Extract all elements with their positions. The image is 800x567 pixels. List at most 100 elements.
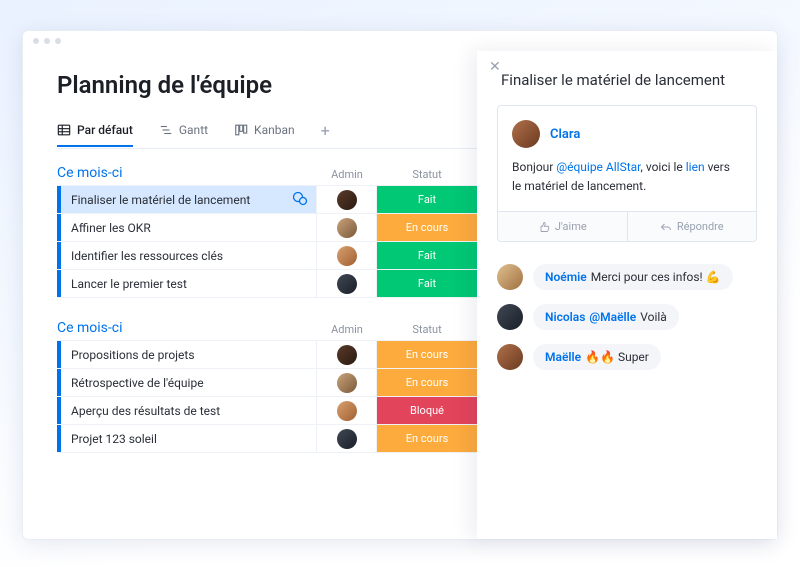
avatar xyxy=(337,246,357,266)
table-row[interactable]: Identifier les ressources clés Fait xyxy=(57,242,477,270)
admin-cell[interactable] xyxy=(317,186,377,213)
page-title: Planning de l'équipe xyxy=(57,71,477,99)
group-title[interactable]: Ce mois-ci xyxy=(57,165,317,181)
reply-author[interactable]: Nicolas xyxy=(545,310,585,324)
groups-container: Ce mois-ciAdminStatutFinaliser le matéri… xyxy=(57,165,477,453)
status-cell[interactable]: Fait xyxy=(377,242,477,269)
view-tabs: Par défaut Gantt Kanban + xyxy=(57,121,477,149)
table-row[interactable]: Finaliser le matériel de lancement Fait xyxy=(57,186,477,214)
reply-item: Noémie Merci pour ces infos! 💪 xyxy=(497,264,757,290)
window-dot xyxy=(33,38,39,44)
avatar xyxy=(497,264,523,290)
kanban-icon xyxy=(234,123,248,137)
update-author[interactable]: Clara xyxy=(550,127,580,142)
task-cell[interactable]: Rétrospective de l'équipe xyxy=(61,369,317,396)
reply-bubble[interactable]: Maëlle 🔥🔥 Super xyxy=(533,344,661,370)
reply-label: Répondre xyxy=(677,220,724,233)
update-text: Bonjour @équipe AllStar, voici le lien v… xyxy=(512,158,742,195)
update-text-part: Bonjour xyxy=(512,160,556,174)
add-view-button[interactable]: + xyxy=(321,121,330,148)
status-cell[interactable]: En cours xyxy=(377,214,477,241)
task-cell[interactable]: Identifier les ressources clés xyxy=(61,242,317,269)
admin-cell[interactable] xyxy=(317,397,377,424)
tab-default[interactable]: Par défaut xyxy=(57,123,133,147)
rows: Propositions de projetsEn coursRétrospec… xyxy=(57,340,477,453)
admin-cell[interactable] xyxy=(317,242,377,269)
tab-label: Par défaut xyxy=(77,123,133,137)
item-panel: ✕ Finaliser le matériel de lancement Cla… xyxy=(477,51,777,539)
close-panel-button[interactable]: ✕ xyxy=(489,59,501,75)
avatar xyxy=(337,190,357,210)
avatar xyxy=(337,218,357,238)
task-cell[interactable]: Affiner les OKR xyxy=(61,214,317,241)
update-head: Clara xyxy=(512,120,742,148)
table-row[interactable]: Affiner les OKR En cours xyxy=(57,214,477,242)
table-row[interactable]: Lancer le premier test Fait xyxy=(57,270,477,298)
gantt-icon xyxy=(159,123,173,137)
column-header-status: Statut xyxy=(377,323,477,336)
mention[interactable]: @équipe AllStar xyxy=(556,160,640,174)
admin-cell[interactable] xyxy=(317,341,377,368)
reply-text: Voilà xyxy=(640,310,667,324)
window-dot xyxy=(55,38,61,44)
reply-item: Nicolas @Maëlle Voilà xyxy=(497,304,757,330)
reply-bubble[interactable]: Noémie Merci pour ces infos! 💪 xyxy=(533,264,733,290)
reply-bubble[interactable]: Nicolas @Maëlle Voilà xyxy=(533,304,679,330)
task-group: Ce mois-ciAdminStatut Propositions de pro… xyxy=(57,320,477,453)
status-cell[interactable]: Bloqué xyxy=(377,397,477,424)
status-cell[interactable]: Fait xyxy=(377,186,477,213)
like-button[interactable]: J'aime xyxy=(498,212,628,241)
task-cell[interactable]: Finaliser le matériel de lancement xyxy=(61,186,317,213)
group-title[interactable]: Ce mois-ci xyxy=(57,320,317,336)
mention[interactable]: @Maëlle xyxy=(589,310,636,324)
reply-text: Merci pour ces infos! 💪 xyxy=(591,270,721,284)
table-row[interactable]: Aperçu des résultats de test Bloqué xyxy=(57,397,477,425)
rows: Finaliser le matériel de lancementFaitAf… xyxy=(57,185,477,298)
update-text-part: , voici le xyxy=(641,160,686,174)
tab-label: Kanban xyxy=(254,123,295,137)
status-cell[interactable]: En cours xyxy=(377,425,477,452)
table-icon xyxy=(57,123,71,137)
thumbs-up-icon xyxy=(538,221,550,233)
admin-cell[interactable] xyxy=(317,425,377,452)
column-header-status: Statut xyxy=(377,168,477,181)
window-dot xyxy=(44,38,50,44)
update-actions: J'aime Répondre xyxy=(498,211,756,241)
reply-button[interactable]: Répondre xyxy=(628,212,757,241)
admin-cell[interactable] xyxy=(317,214,377,241)
tab-gantt[interactable]: Gantt xyxy=(159,123,208,147)
reply-icon xyxy=(660,221,672,233)
table-row[interactable]: Propositions de projets En cours xyxy=(57,341,477,369)
task-cell[interactable]: Projet 123 soleil xyxy=(61,425,317,452)
group-header: Ce mois-ciAdminStatut xyxy=(57,320,477,336)
reply-author[interactable]: Noémie xyxy=(545,270,587,284)
avatar xyxy=(497,304,523,330)
admin-cell[interactable] xyxy=(317,369,377,396)
main-area: Planning de l'équipe Par défaut Gantt Ka… xyxy=(23,51,777,539)
table-row[interactable]: Rétrospective de l'équipe En cours xyxy=(57,369,477,397)
status-cell[interactable]: En cours xyxy=(377,369,477,396)
table-row[interactable]: Projet 123 soleil En cours xyxy=(57,425,477,453)
tab-kanban[interactable]: Kanban xyxy=(234,123,295,147)
conversation-icon[interactable] xyxy=(292,190,308,209)
status-cell[interactable]: Fait xyxy=(377,270,477,297)
reply-author[interactable]: Maëlle xyxy=(545,350,581,364)
tab-label: Gantt xyxy=(179,123,208,137)
avatar xyxy=(337,274,357,294)
link[interactable]: lien xyxy=(686,160,705,174)
panel-title: Finaliser le matériel de lancement xyxy=(501,71,757,89)
avatar xyxy=(512,120,540,148)
column-header-admin: Admin xyxy=(317,323,377,336)
reply-text: 🔥🔥 Super xyxy=(585,350,649,364)
task-cell[interactable]: Aperçu des résultats de test xyxy=(61,397,317,424)
like-label: J'aime xyxy=(555,220,587,233)
task-cell[interactable]: Lancer le premier test xyxy=(61,270,317,297)
update-body: Clara Bonjour @équipe AllStar, voici le … xyxy=(498,106,756,211)
avatar xyxy=(337,401,357,421)
avatar xyxy=(337,373,357,393)
board-pane: Planning de l'équipe Par défaut Gantt Ka… xyxy=(23,51,477,539)
task-cell[interactable]: Propositions de projets xyxy=(61,341,317,368)
column-header-admin: Admin xyxy=(317,168,377,181)
status-cell[interactable]: En cours xyxy=(377,341,477,368)
admin-cell[interactable] xyxy=(317,270,377,297)
